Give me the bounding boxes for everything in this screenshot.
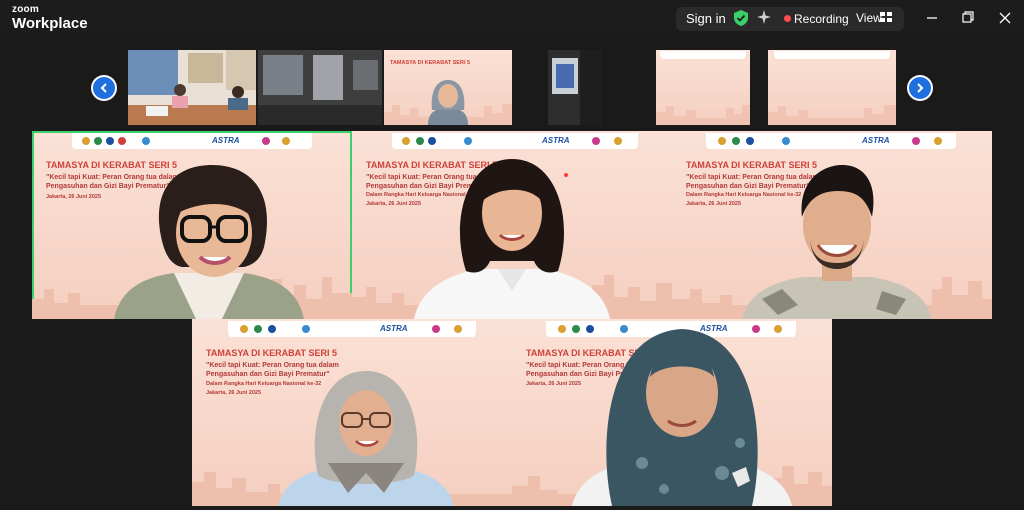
- participant-video-tile[interactable]: ASTRA TAMASYA DI KERABAT SERI 5 "Kecil t…: [672, 131, 992, 319]
- participant-video-tile-active-speaker[interactable]: ASTRA TAMASYA DI KERABAT SERI 5 "Kecil t…: [32, 131, 352, 319]
- grid-view-icon[interactable]: [880, 12, 892, 22]
- participant-video-tile[interactable]: ASTRA TAMASYA DI KERABAT SERI 5 "Kecil t…: [192, 319, 512, 506]
- participant-video-tile[interactable]: ASTRA TAMASYA DI KERABAT SERI 5 "Kecil t…: [352, 131, 672, 319]
- event-date: Jakarta, 26 Juni 2025: [686, 201, 742, 207]
- participant-video-tile[interactable]: ASTRA TAMASYA DI KERABAT SERI 5 "Kecil t…: [512, 319, 832, 506]
- sponsor-astra-logo: ASTRA: [542, 136, 570, 145]
- event-date: Jakarta, 26 Juni 2025: [366, 201, 422, 207]
- logo-bottom-text: Workplace: [12, 15, 88, 32]
- participant-video-feed: [414, 159, 610, 319]
- event-date: Jakarta, 26 Juni 2025: [206, 390, 262, 396]
- recording-label[interactable]: Recording: [794, 12, 849, 26]
- sponsor-logos-strip: ASTRA: [392, 133, 638, 149]
- sign-in-button[interactable]: Sign in: [686, 11, 726, 26]
- filmstrip-previous-button[interactable]: [91, 75, 117, 101]
- zoom-workplace-logo: zoom Workplace: [12, 4, 88, 32]
- sponsor-logos-strip: ASTRA: [228, 321, 476, 337]
- event-title: TAMASYA DI KERABAT SERI 5: [206, 348, 338, 358]
- sponsor-astra-logo: ASTRA: [862, 136, 890, 145]
- filmstrip-next-button[interactable]: [907, 75, 933, 101]
- participant-video-thumbnail[interactable]: [548, 50, 602, 125]
- participant-video-thumbnail[interactable]: [258, 50, 382, 125]
- event-date: Jakarta, 26 Juni 2025: [46, 194, 102, 200]
- recording-indicator-icon: [784, 15, 791, 22]
- title-bar: zoom Workplace Sign in Recording View: [0, 0, 1024, 38]
- chevron-left-icon: [100, 83, 107, 93]
- view-button[interactable]: View: [856, 11, 882, 25]
- encryption-shield-icon[interactable]: [734, 10, 748, 26]
- participant-video-feed: [572, 329, 792, 506]
- restore-icon[interactable]: [957, 8, 979, 28]
- sponsor-logos-strip: ASTRA: [72, 133, 312, 149]
- laser-pointer-dot: [564, 173, 568, 177]
- close-icon[interactable]: [994, 8, 1016, 28]
- participant-video-feed: [278, 371, 454, 506]
- participant-video-feed: [742, 165, 932, 319]
- sponsor-astra-logo: ASTRA: [212, 136, 240, 145]
- sponsor-astra-logo: ASTRA: [380, 324, 408, 333]
- participant-video-thumbnail[interactable]: TAMASYA DI KERABAT SERI 5: [384, 50, 512, 125]
- minimize-icon[interactable]: [921, 8, 943, 28]
- sponsor-logos-strip: ASTRA: [706, 133, 956, 149]
- participant-video-thumbnail[interactable]: [656, 50, 750, 125]
- chevron-right-icon: [917, 83, 924, 93]
- logo-top-text: zoom: [12, 4, 39, 15]
- speaker-video-feed: [114, 165, 304, 319]
- participant-video-thumbnail[interactable]: [768, 50, 896, 125]
- participant-video-thumbnail[interactable]: [128, 50, 256, 125]
- ai-companion-sparkle-icon[interactable]: [756, 9, 772, 25]
